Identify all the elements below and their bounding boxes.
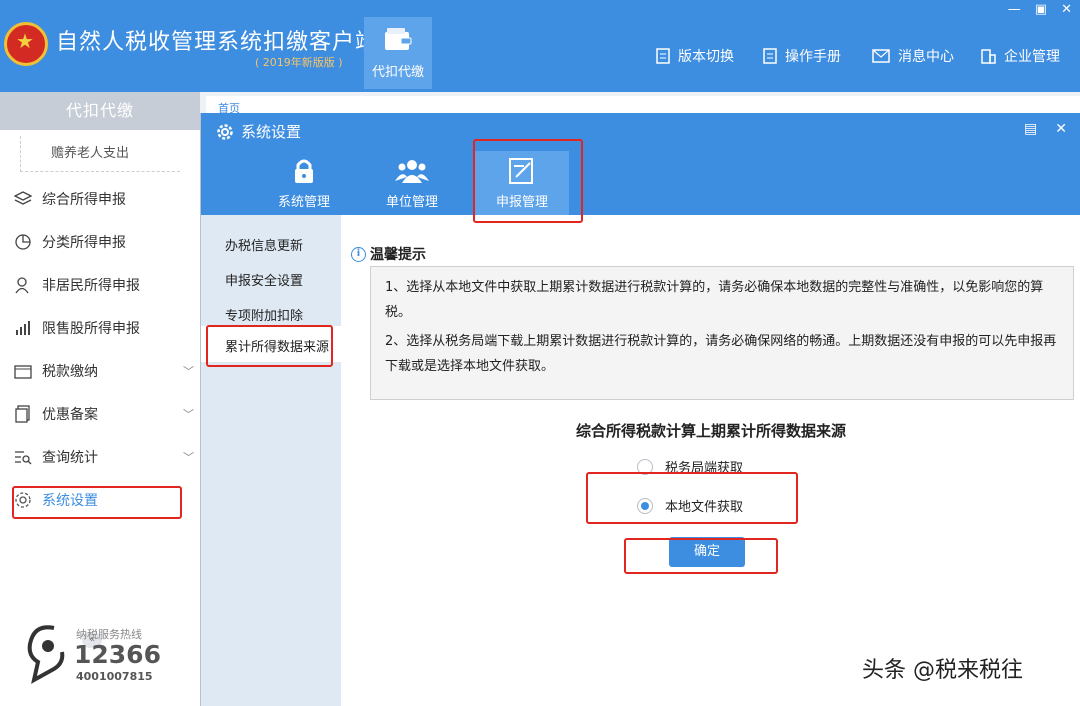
menu-item-security-settings[interactable]: 申报安全设置: [225, 270, 303, 289]
service-agent-icon: [27, 625, 65, 684]
menu-item-tax-info-update[interactable]: 办税信息更新: [225, 235, 303, 254]
chevron-down-icon: ﹀: [183, 365, 194, 378]
wallet-icon: [385, 28, 412, 50]
tab-system-management-label: 系统管理: [277, 195, 330, 210]
highlight-system-settings: [12, 486, 182, 519]
highlight-local-file-option: [586, 472, 798, 524]
copy-icon: [12, 405, 34, 423]
sidebar-item-query-stats[interactable]: 查询统计 ﹀: [0, 437, 200, 477]
nav-manual-label: 操作手册: [785, 49, 841, 65]
highlight-confirm-button: [624, 538, 778, 574]
maximize-icon[interactable]: ▣: [1035, 2, 1047, 17]
app-window: ★ 自然人税收管理系统扣缴客户端 ( 2019年新版版 ) 代扣代缴 — ▣ ✕…: [0, 0, 1080, 706]
tax-emblem-icon: ★: [4, 22, 48, 66]
sidebar-item-label: 分类所得申报: [42, 235, 126, 251]
dialog-left-menu: 办税信息更新 申报安全设置 专项附加扣除 累计所得数据来源: [201, 215, 341, 706]
dialog-controls: ▤ ✕: [1024, 121, 1067, 137]
nav-messages-label: 消息中心: [898, 49, 954, 65]
sidebar-item-comprehensive[interactable]: 综合所得申报: [0, 179, 200, 219]
layers-icon: [12, 191, 34, 207]
nav-messages[interactable]: 消息中心: [872, 46, 954, 66]
sidebar-item-tax-payment[interactable]: 税款缴纳 ﹀: [0, 351, 200, 391]
sidebar-item-label: 非居民所得申报: [42, 278, 140, 294]
mail-icon: [872, 49, 890, 63]
sidebar-item-label: 优惠备案: [42, 407, 98, 423]
search-list-icon: [12, 449, 34, 465]
lock-icon: [295, 159, 313, 183]
dialog-header: 系统设置 ▤ ✕ 系统管理 单位管理 申报管理: [201, 113, 1080, 215]
sidebar-item-label: 限售股所得申报: [42, 321, 140, 337]
folder-icon: [12, 363, 34, 379]
sidebar-item-label: 查询统计: [42, 450, 98, 466]
sidebar-item-nonresident[interactable]: 非居民所得申报: [0, 265, 200, 305]
sidebar: 代扣代缴 赡养老人支出 综合所得申报 分类所得申报 非居民所得申报 限售股所得申…: [0, 92, 200, 706]
close-icon[interactable]: ✕: [1061, 2, 1072, 17]
maximize-icon[interactable]: ▤: [1024, 121, 1037, 137]
tab-system-management[interactable]: 系统管理: [257, 151, 351, 215]
sidebar-item-elderly-support[interactable]: 赡养老人支出: [20, 136, 180, 172]
tip-line-1: 1、选择从本地文件中获取上期累计数据进行税款计算的，请务必确保本地数据的完整性与…: [385, 280, 1044, 320]
gear-icon: [217, 123, 233, 140]
tip-title-text: 温馨提示: [370, 247, 426, 263]
dialog-title: 系统设置: [217, 121, 301, 142]
app-title: 自然人税收管理系统扣缴客户端: [56, 30, 379, 55]
tab-withholding[interactable]: 代扣代缴: [364, 17, 432, 89]
tab-withholding-label: 代扣代缴: [371, 65, 424, 80]
person-icon: [12, 276, 34, 294]
tab-unit-management[interactable]: 单位管理: [365, 151, 459, 215]
bar-chart-icon: [12, 320, 34, 336]
watermark: 头条 @税来税往: [862, 658, 1023, 683]
nav-version-switch-label: 版本切换: [678, 49, 734, 65]
minimize-icon[interactable]: —: [1008, 2, 1021, 17]
sidebar-item-preferential-filing[interactable]: 优惠备案 ﹀: [0, 394, 200, 434]
users-icon: [395, 160, 429, 183]
manual-icon: [763, 48, 777, 64]
tab-unit-management-label: 单位管理: [385, 195, 438, 210]
chevron-down-icon: ﹀: [183, 408, 194, 421]
building-icon: [981, 49, 996, 64]
system-settings-dialog: 系统设置 ▤ ✕ 系统管理 单位管理 申报管理 办税信息更新 申报安全设置 专项…: [200, 113, 1080, 706]
sidebar-item-label: 税款缴纳: [42, 364, 98, 380]
nav-enterprise[interactable]: 企业管理: [980, 46, 1060, 66]
menu-item-special-deduction[interactable]: 专项附加扣除: [225, 305, 303, 324]
nav-enterprise-label: 企业管理: [1004, 49, 1060, 65]
pie-chart-icon: [12, 233, 34, 251]
nav-manual[interactable]: 操作手册: [763, 46, 841, 66]
hotline-number: 12366: [74, 640, 161, 669]
window-controls: — ▣ ✕: [1008, 2, 1072, 17]
app-edition: ( 2019年新版版 ): [255, 56, 343, 69]
sidebar-item-label: 综合所得申报: [42, 192, 126, 208]
nav-version-switch[interactable]: 版本切换: [656, 46, 734, 66]
info-icon: i: [351, 246, 366, 262]
sidebar-item-classified[interactable]: 分类所得申报: [0, 222, 200, 262]
tip-title: i 温馨提示: [351, 244, 426, 264]
document-icon: [656, 48, 670, 64]
dialog-title-text: 系统设置: [241, 123, 302, 141]
highlight-declaration-tab: [473, 139, 583, 223]
close-icon[interactable]: ✕: [1055, 121, 1067, 137]
sidebar-header: 代扣代缴: [0, 92, 200, 130]
chevron-down-icon: ﹀: [183, 451, 194, 464]
source-question: 综合所得税款计算上期累计所得数据来源: [576, 422, 847, 440]
tip-box: 1、选择从本地文件中获取上期累计数据进行税款计算的，请务必确保本地数据的完整性与…: [370, 266, 1074, 400]
sidebar-item-restricted-shares[interactable]: 限售股所得申报: [0, 308, 200, 348]
hotline-sub-number: 4001007815: [76, 670, 153, 683]
hotline-panel: 纳税服务热线 12366 4001007815: [24, 622, 194, 692]
app-header: ★ 自然人税收管理系统扣缴客户端 ( 2019年新版版 ) 代扣代缴 — ▣ ✕…: [0, 0, 1080, 92]
highlight-cumulative-menu: [206, 325, 333, 367]
tip-line-2: 2、选择从税务局端下载上期累计数据进行税款计算的，请务必确保网络的畅通。上期数据…: [385, 334, 1057, 374]
